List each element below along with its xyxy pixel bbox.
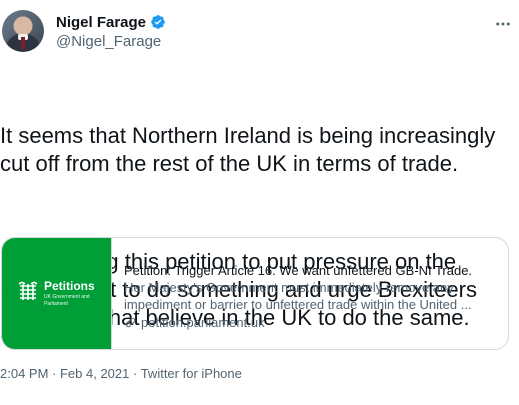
card-body: Petition: Trigger Article 16. We want un… [112,238,508,349]
thumb-title: Petitions [44,279,95,293]
avatar[interactable] [2,10,44,52]
tweet-metadata: 2:04 PM · Feb 4, 2021 · Twitter for iPho… [0,366,242,381]
card-thumbnail: Petitions UK Government and Parliament [2,238,112,349]
card-domain: petition.parliament.uk [141,315,265,330]
name-row: Nigel Farage [56,12,166,32]
author-handle[interactable]: @Nigel_Farage [56,33,166,50]
author-block: Nigel Farage @Nigel_Farage [56,12,166,50]
tweet-paragraph: It seems that Northern Ireland is being … [0,123,502,176]
display-name[interactable]: Nigel Farage [56,14,146,31]
more-icon[interactable] [493,14,513,34]
card-link[interactable]: petition.parliament.uk [124,314,496,331]
verified-badge-icon [151,15,165,29]
tweet-time[interactable]: 2:04 PM [0,366,48,381]
card-description: Her Majesty's Government must immediatel… [124,280,472,312]
tweet-header: Nigel Farage @Nigel_Farage [2,10,519,56]
portcullis-icon [18,281,38,300]
thumb-subtitle: UK Government and Parliament [44,294,90,307]
card-title[interactable]: Petition: Trigger Article 16. We want un… [124,262,496,279]
tweet-date[interactable]: Feb 4, 2021 [60,366,129,381]
link-card[interactable]: Petitions UK Government and Parliament P… [1,237,509,350]
meta-separator: · [129,366,141,381]
tweet-source[interactable]: Twitter for iPhone [141,366,242,381]
meta-separator: · [48,366,60,381]
avatar-tie [21,37,25,49]
link-icon [125,317,136,328]
